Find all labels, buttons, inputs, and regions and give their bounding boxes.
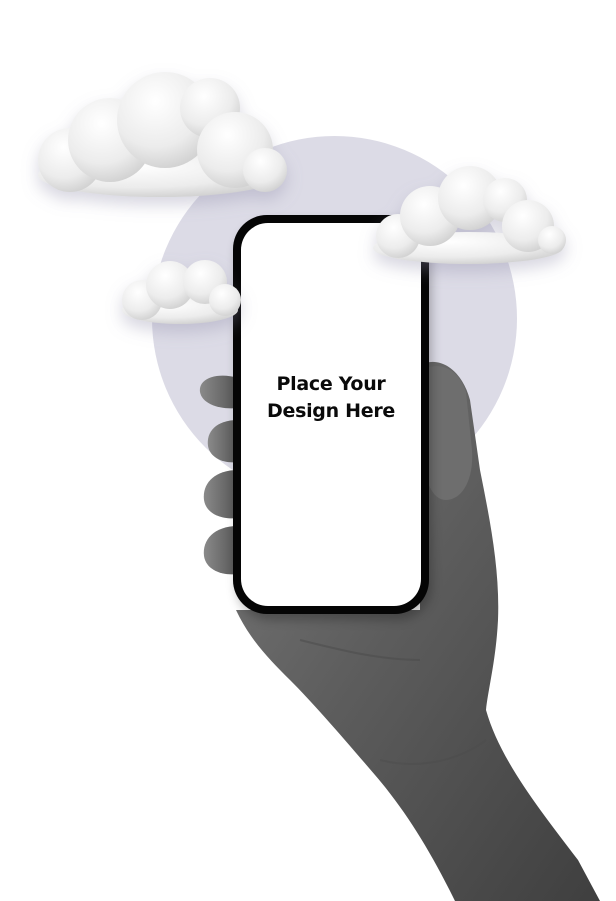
mockup-scene: Place Your Design Here: [0, 0, 616, 901]
clouds: [38, 72, 566, 324]
cloud-icon: [373, 166, 566, 264]
cloud-icon: [122, 260, 241, 324]
cloud-icon: [38, 72, 287, 197]
